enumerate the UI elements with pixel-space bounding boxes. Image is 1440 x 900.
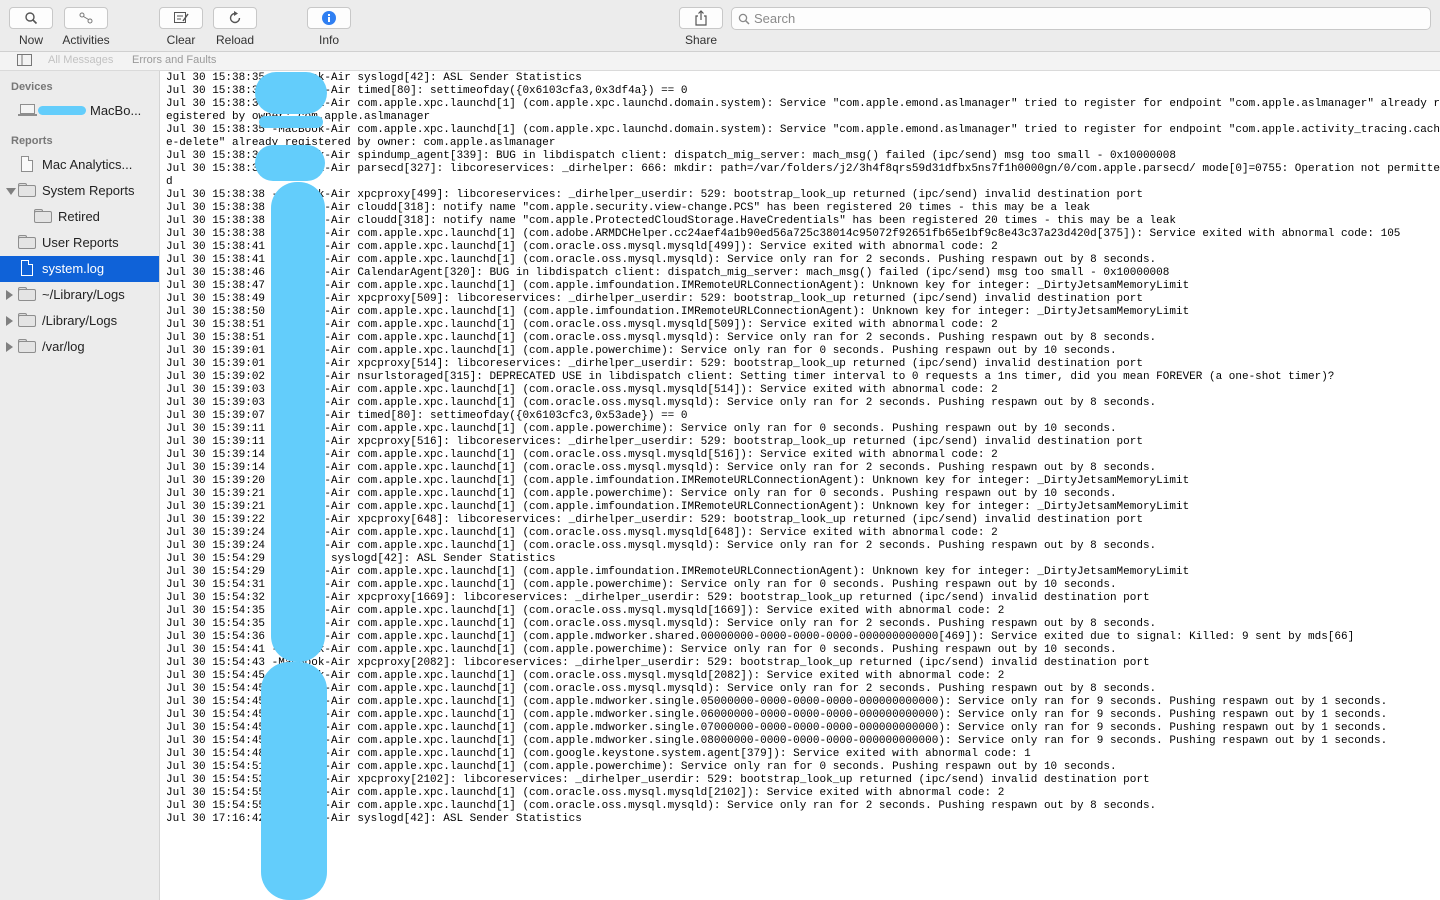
- clear-button-frame: [159, 7, 203, 29]
- sidebar: Devices MacBo... Reports Mac Analytics..…: [0, 71, 160, 900]
- document-icon: [21, 156, 33, 172]
- disclosure-down-icon[interactable]: [6, 188, 16, 195]
- share-button-frame: [679, 7, 723, 29]
- activities-button[interactable]: Activities: [56, 0, 116, 52]
- info-button-frame: [307, 7, 351, 29]
- folder-icon: [18, 235, 36, 249]
- redaction-mark: [261, 662, 327, 900]
- folder-icon: [18, 287, 36, 301]
- sidebar-item-var-log[interactable]: /var/log: [0, 334, 159, 360]
- log-view[interactable]: Jul 30 15:38:35 -MacBook-Air syslogd[42]…: [161, 72, 1440, 900]
- devices-header: Devices: [11, 81, 53, 93]
- toolbar: Now Activities Clear Reload Info Share S…: [0, 0, 1440, 52]
- activities-label: Activities: [62, 33, 110, 47]
- reload-icon: [229, 11, 241, 24]
- reload-button[interactable]: Reload: [205, 0, 265, 52]
- redaction-mark: [259, 116, 323, 128]
- filter-errors-faults[interactable]: Errors and Faults: [132, 54, 216, 66]
- share-button[interactable]: Share: [671, 0, 731, 52]
- folder-icon: [18, 183, 36, 197]
- sidebar-item-label: system.log: [42, 261, 105, 276]
- sidebar-item-retired[interactable]: Retired: [0, 204, 159, 230]
- clear-label: Clear: [166, 33, 196, 47]
- disclosure-right-icon[interactable]: [6, 342, 13, 352]
- search-input[interactable]: [754, 10, 1414, 27]
- now-button[interactable]: Now: [1, 0, 61, 52]
- sidebar-item-label: /Library/Logs: [42, 313, 118, 328]
- sidebar-item-label: User Reports: [42, 235, 119, 250]
- info-button[interactable]: Info: [299, 0, 359, 52]
- disclosure-right-icon[interactable]: [6, 290, 13, 300]
- activities-icon: [79, 12, 93, 24]
- info-label: Info: [318, 33, 339, 47]
- sidebar-item-label: Mac Analytics...: [42, 157, 133, 172]
- sidebar-toggle-icon[interactable]: [17, 54, 32, 66]
- device-label: MacBo...: [90, 103, 142, 118]
- magnifier-icon: [25, 12, 38, 25]
- redaction-mark: [255, 72, 327, 114]
- folder-icon: [18, 313, 36, 327]
- reload-button-frame: [213, 7, 257, 29]
- sidebar-item-label: /var/log: [42, 339, 85, 354]
- sidebar-item-user-library-logs[interactable]: ~/Library/Logs: [0, 282, 159, 308]
- reload-label: Reload: [215, 33, 255, 47]
- redaction-mark: [271, 182, 325, 662]
- sidebar-item-library-logs[interactable]: /Library/Logs: [0, 308, 159, 334]
- sidebar-item-device[interactable]: MacBo...: [0, 98, 159, 124]
- reports-header: Reports: [11, 135, 53, 147]
- sidebar-item-system-reports[interactable]: System Reports: [0, 178, 159, 204]
- sidebar-item-mac-analytics[interactable]: Mac Analytics...: [0, 152, 159, 178]
- search-icon: [738, 13, 750, 25]
- sidebar-item-label: Retired: [58, 209, 100, 224]
- now-button-frame: [9, 7, 53, 29]
- now-label: Now: [18, 33, 43, 47]
- folder-icon: [18, 339, 36, 353]
- sidebar-item-label: ~/Library/Logs: [42, 287, 125, 302]
- share-icon: [695, 10, 707, 26]
- sidebar-item-user-reports[interactable]: User Reports: [0, 230, 159, 256]
- disclosure-right-icon[interactable]: [6, 316, 13, 326]
- laptop-icon: [18, 104, 37, 116]
- filter-bar: All Messages Errors and Faults: [0, 52, 1440, 71]
- filter-all-messages[interactable]: All Messages: [48, 54, 113, 66]
- share-label: Share: [684, 33, 718, 47]
- redaction-mark: [38, 106, 86, 115]
- clear-button[interactable]: Clear: [151, 0, 211, 52]
- activities-button-frame: [64, 7, 108, 29]
- sidebar-item-label: System Reports: [42, 183, 135, 198]
- folder-icon: [34, 209, 52, 223]
- clear-icon: [174, 12, 189, 23]
- sidebar-item-system-log[interactable]: system.log: [0, 256, 159, 282]
- document-icon: [21, 260, 33, 276]
- search-field[interactable]: [731, 7, 1431, 30]
- log-text: Jul 30 15:38:35 -MacBook-Air syslogd[42]…: [166, 72, 1440, 825]
- info-icon: [322, 11, 336, 25]
- redaction-mark: [255, 145, 325, 181]
